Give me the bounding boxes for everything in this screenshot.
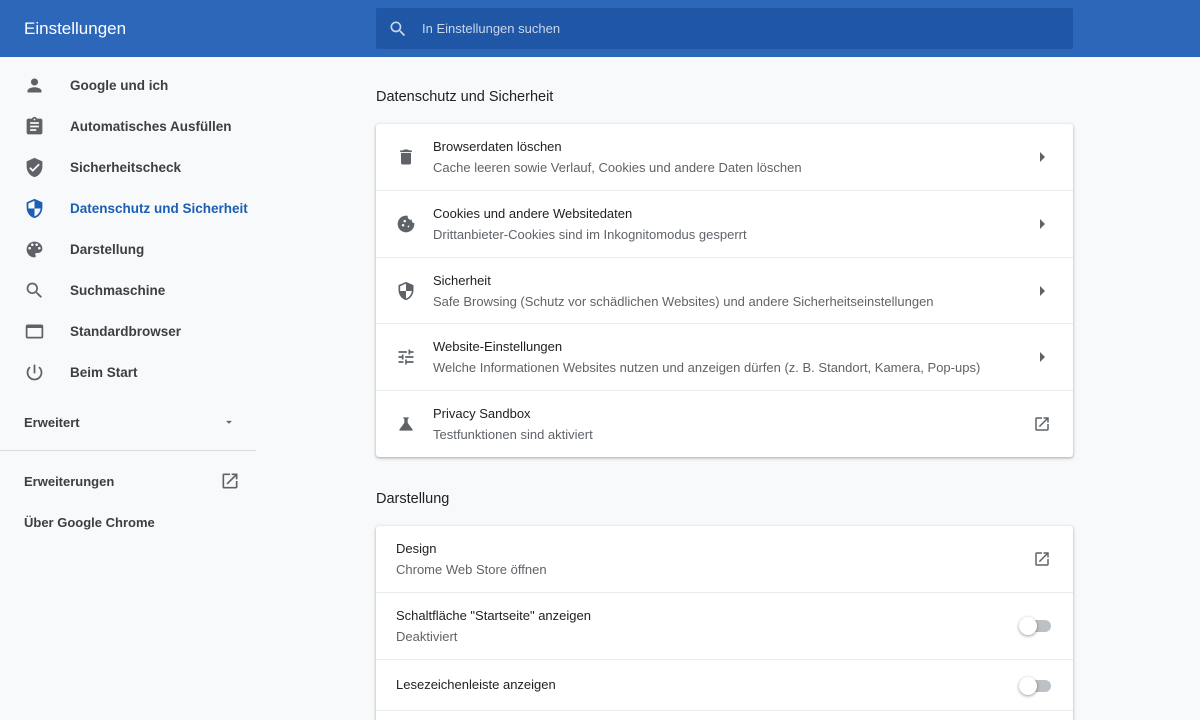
chevron-right-icon: [1040, 152, 1045, 162]
row-subtitle: Drittanbieter-Cookies sind im Inkognitom…: [433, 227, 747, 242]
chevron-right-icon: [1040, 219, 1045, 229]
sidebar-item-on-startup[interactable]: Beim Start: [0, 352, 256, 393]
open-in-new-icon: [1035, 552, 1049, 566]
chevron-right-icon: [1040, 352, 1045, 362]
row-cookies[interactable]: Cookies und andere Websitedaten Drittanb…: [376, 190, 1073, 257]
privacy-card: Browserdaten löschen Cache leeren sowie …: [376, 124, 1073, 457]
sidebar-item-label: Automatisches Ausfüllen: [70, 119, 232, 134]
row-design[interactable]: Design Chrome Web Store öffnen: [376, 526, 1073, 592]
shield-icon: [398, 281, 414, 301]
toggle-knob: [1019, 677, 1037, 695]
power-icon: [26, 364, 43, 381]
row-title: Browserdaten löschen: [433, 139, 562, 154]
arrow-drop-down-icon: [226, 420, 232, 424]
bookmarks-bar-toggle[interactable]: [1019, 677, 1051, 695]
sidebar-item-appearance[interactable]: Darstellung: [0, 229, 256, 270]
shield-check-icon: [26, 157, 43, 178]
sidebar-item-google-und-ich[interactable]: Google und ich: [0, 65, 256, 106]
row-title: Design: [396, 541, 437, 556]
row-subtitle: Cache leeren sowie Verlauf, Cookies und …: [433, 160, 802, 175]
row-home-button[interactable]: Schaltfläche "Startseite" anzeigen Deakt…: [376, 592, 1073, 659]
row-subtitle: Testfunktionen sind aktiviert: [433, 427, 593, 442]
row-privacy-sandbox[interactable]: Privacy Sandbox Testfunktionen sind akti…: [376, 390, 1073, 457]
sidebar-item-about-chrome[interactable]: Über Google Chrome: [0, 502, 256, 542]
open-in-new-icon: [1035, 417, 1049, 431]
chevron-right-icon: [1040, 286, 1045, 296]
row-title: Sicherheit: [433, 273, 491, 288]
search-input[interactable]: [422, 8, 1042, 49]
sidebar-item-label: Standardbrowser: [70, 324, 182, 339]
row-title: Schaltfläche "Startseite" anzeigen: [396, 608, 591, 623]
row-site-settings[interactable]: Website-Einstellungen Welche Information…: [376, 323, 1073, 390]
app-title: Einstellungen: [24, 19, 127, 38]
row-title: Website-Einstellungen: [433, 339, 563, 354]
section-title-privacy: Datenschutz und Sicherheit: [376, 89, 554, 105]
sidebar-item-label: Über Google Chrome: [24, 515, 155, 530]
trash-icon: [400, 149, 412, 165]
search-icon: [26, 282, 42, 298]
sidebar-item-label: Datenschutz und Sicherheit: [70, 201, 248, 216]
row-clear-browsing-data[interactable]: Browserdaten löschen Cache leeren sowie …: [376, 124, 1073, 190]
appearance-card: Design Chrome Web Store öffnen Schaltflä…: [376, 526, 1073, 720]
section-title-appearance: Darstellung: [376, 491, 450, 507]
sidebar-item-extensions[interactable]: Erweiterungen: [0, 461, 256, 501]
sidebar-item-safety-check[interactable]: Sicherheitscheck: [0, 147, 256, 188]
row-next-partial: [376, 710, 1073, 720]
sidebar-item-label: Beim Start: [70, 365, 138, 380]
cookie-icon: [397, 215, 415, 233]
sidebar-item-label: Google und ich: [70, 78, 169, 93]
sidebar-item-label: Sicherheitscheck: [70, 160, 182, 175]
flask-icon: [399, 417, 413, 431]
sliders-icon: [398, 349, 414, 365]
advanced-label: Erweitert: [24, 415, 80, 430]
row-subtitle: Deaktiviert: [396, 629, 458, 644]
sidebar-item-search-engine[interactable]: Suchmaschine: [0, 270, 256, 311]
person-icon: [27, 78, 42, 93]
sidebar-item-label: Darstellung: [70, 242, 145, 257]
row-subtitle: Welche Informationen Websites nutzen und…: [433, 360, 981, 375]
row-bookmarks-bar[interactable]: Lesezeichenleiste anzeigen: [376, 659, 1073, 710]
home-button-toggle[interactable]: [1019, 617, 1051, 635]
sidebar-item-privacy[interactable]: Datenschutz und Sicherheit: [0, 188, 256, 229]
top-bar: Einstellungen: [0, 0, 1200, 57]
clipboard-icon: [26, 116, 43, 135]
row-title: Lesezeichenleiste anzeigen: [396, 677, 556, 692]
search-icon: [390, 21, 406, 37]
sidebar: Google und ich Automatisches Ausfüllen S…: [0, 57, 256, 720]
row-title: Cookies und andere Websitedaten: [433, 206, 633, 221]
row-subtitle: Chrome Web Store öffnen: [396, 562, 547, 577]
toggle-knob: [1019, 617, 1037, 635]
sidebar-item-label: Suchmaschine: [70, 283, 166, 298]
search-box[interactable]: [376, 8, 1073, 49]
sidebar-divider: [0, 450, 256, 451]
browser-window-icon: [25, 324, 44, 339]
row-security[interactable]: Sicherheit Safe Browsing (Schutz vor sch…: [376, 257, 1073, 323]
sidebar-item-label: Erweiterungen: [24, 474, 115, 489]
palette-icon: [26, 241, 43, 258]
row-subtitle: Safe Browsing (Schutz vor schädlichen We…: [433, 294, 934, 309]
sidebar-item-autofill[interactable]: Automatisches Ausfüllen: [0, 106, 256, 147]
shield-icon: [26, 198, 43, 219]
sidebar-item-default-browser[interactable]: Standardbrowser: [0, 311, 256, 352]
advanced-toggle[interactable]: Erweitert: [0, 401, 256, 443]
open-in-new-icon: [222, 473, 238, 489]
row-title: Privacy Sandbox: [433, 406, 531, 421]
